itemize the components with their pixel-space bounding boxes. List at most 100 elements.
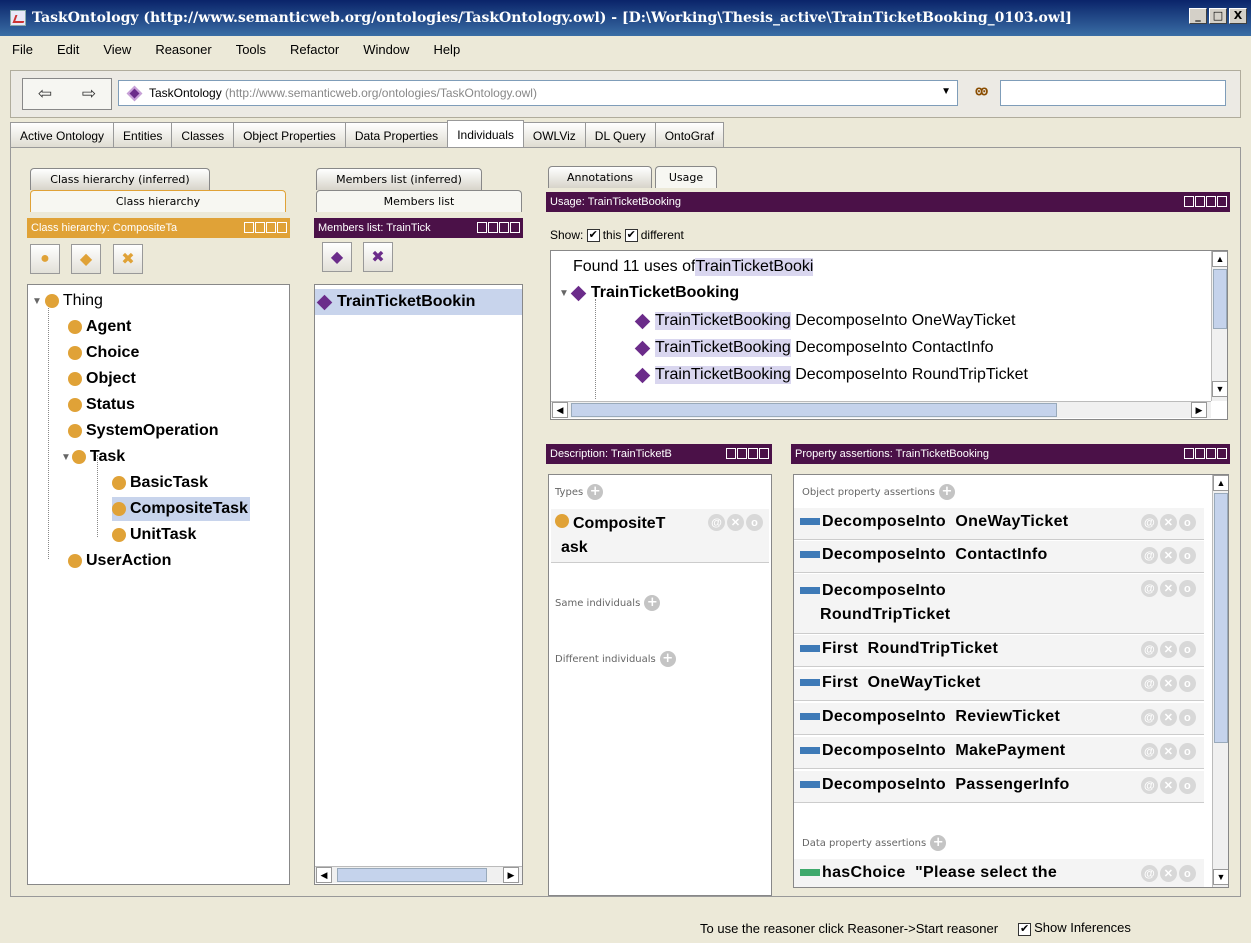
usage-row[interactable]: TrainTicketBooking DecomposeInto OneWayT… — [633, 309, 1015, 333]
tab-object-properties[interactable]: Object Properties — [233, 122, 346, 148]
object-assertion-row[interactable]: DecomposeInto ReviewTicket @ ✕ o — [794, 703, 1204, 735]
binoculars-search-icon[interactable]: ꙭ — [975, 83, 991, 101]
tree-node-basictask[interactable]: BasicTask — [112, 471, 208, 495]
expand-arrow-icon[interactable]: ▼ — [559, 288, 569, 299]
tab-members-list-inferred[interactable]: Members list (inferred) — [316, 168, 482, 190]
annotate-icon[interactable]: @ — [1141, 865, 1158, 882]
tree-node-thing[interactable]: ▼ Thing — [32, 289, 103, 313]
scroll-left-arrow-icon[interactable]: ◀ — [316, 867, 332, 883]
view-controls[interactable] — [477, 222, 520, 233]
delete-icon[interactable]: ✕ — [1160, 641, 1177, 658]
scroll-down-arrow-icon[interactable]: ▼ — [1213, 869, 1228, 885]
view-controls[interactable] — [1184, 448, 1227, 459]
back-arrow-icon[interactable]: ⇦ — [38, 84, 52, 104]
tree-node-unittask[interactable]: UnitTask — [112, 523, 196, 547]
add-type-icon[interactable]: + — [587, 484, 604, 500]
tab-annotations[interactable]: Annotations — [548, 166, 652, 188]
annotate-icon[interactable]: @ — [1141, 777, 1158, 794]
tab-usage[interactable]: Usage — [655, 166, 717, 188]
menu-edit[interactable]: Edit — [57, 42, 79, 57]
tab-dl-query[interactable]: DL Query — [584, 122, 656, 148]
tree-node-choice[interactable]: Choice — [68, 341, 139, 365]
scroll-up-arrow-icon[interactable]: ▲ — [1212, 251, 1227, 267]
edit-icon[interactable]: o — [1179, 743, 1196, 760]
scroll-right-arrow-icon[interactable]: ▶ — [503, 867, 519, 883]
usage-root-node[interactable]: ▼ TrainTicketBooking — [559, 281, 739, 305]
scroll-thumb[interactable] — [1214, 493, 1228, 743]
search-input[interactable] — [1000, 80, 1226, 106]
delete-class-icon[interactable]: ✖ — [113, 244, 143, 274]
delete-icon[interactable]: ✕ — [727, 514, 744, 531]
tab-ontograf[interactable]: OntoGraf — [654, 122, 725, 148]
menu-window[interactable]: Window — [363, 42, 409, 57]
delete-icon[interactable]: ✕ — [1160, 865, 1177, 882]
view-controls[interactable] — [244, 222, 287, 233]
annotate-icon[interactable]: @ — [1141, 709, 1158, 726]
add-object-property-icon[interactable]: + — [938, 484, 955, 500]
scroll-down-arrow-icon[interactable]: ▼ — [1212, 381, 1227, 397]
tab-individuals[interactable]: Individuals — [447, 120, 524, 148]
add-subclass-icon[interactable]: ● — [30, 244, 60, 274]
add-same-individual-icon[interactable]: + — [644, 595, 661, 611]
delete-icon[interactable]: ✕ — [1160, 547, 1177, 564]
edit-icon[interactable]: o — [1179, 675, 1196, 692]
scroll-thumb[interactable] — [1213, 269, 1227, 329]
data-assertion-row[interactable]: hasChoice "Please select the @ ✕ o — [794, 859, 1204, 887]
menu-tools[interactable]: Tools — [236, 42, 266, 57]
horizontal-scrollbar[interactable]: ◀ ▶ — [315, 866, 522, 883]
member-item[interactable]: TrainTicketBookin — [315, 289, 522, 315]
expand-arrow-icon[interactable]: ▼ — [32, 296, 42, 307]
object-assertion-row[interactable]: First OneWayTicket @ ✕ o — [794, 669, 1204, 701]
tab-entities[interactable]: Entities — [113, 122, 173, 148]
annotate-icon[interactable]: @ — [1141, 514, 1158, 531]
delete-icon[interactable]: ✕ — [1160, 777, 1177, 794]
edit-icon[interactable]: o — [1179, 580, 1196, 597]
tree-node-useraction[interactable]: UserAction — [68, 549, 171, 573]
menu-file[interactable]: File — [12, 42, 33, 57]
show-inferences-toggle[interactable]: ✔ Show Inferences — [1018, 920, 1131, 936]
tab-active-ontology[interactable]: Active Ontology — [10, 122, 115, 148]
this-checkbox[interactable]: ✔ — [586, 229, 600, 243]
delete-icon[interactable]: ✕ — [1160, 743, 1177, 760]
edit-icon[interactable]: o — [746, 514, 763, 531]
delete-icon[interactable]: ✕ — [1160, 675, 1177, 692]
tree-node-status[interactable]: Status — [68, 393, 135, 417]
tab-data-properties[interactable]: Data Properties — [344, 122, 449, 148]
edit-icon[interactable]: o — [1179, 514, 1196, 531]
delete-individual-icon[interactable]: ✖ — [363, 242, 393, 272]
add-different-individual-icon[interactable]: + — [659, 651, 676, 667]
usage-row[interactable]: TrainTicketBooking DecomposeInto RoundTr… — [633, 363, 1028, 387]
add-individual-icon[interactable]: ◆ — [322, 242, 352, 272]
type-entry[interactable]: CompositeT ask @ ✕ o — [551, 509, 769, 563]
delete-icon[interactable]: ✕ — [1160, 709, 1177, 726]
vertical-scrollbar[interactable]: ▲ ▼ — [1211, 251, 1227, 401]
object-assertion-row[interactable]: First RoundTripTicket @ ✕ o — [794, 635, 1204, 667]
tab-class-hierarchy[interactable]: Class hierarchy — [30, 190, 286, 212]
view-controls[interactable] — [1184, 196, 1227, 207]
different-checkbox[interactable]: ✔ — [624, 229, 638, 243]
object-assertion-row[interactable]: DecomposeInto ContactInfo @ ✕ o — [794, 541, 1204, 573]
scroll-up-arrow-icon[interactable]: ▲ — [1213, 475, 1228, 491]
scroll-thumb[interactable] — [571, 403, 1057, 417]
add-data-property-icon[interactable]: + — [930, 835, 947, 851]
tab-class-hierarchy-inferred[interactable]: Class hierarchy (inferred) — [30, 168, 210, 190]
maximize-button[interactable]: □ — [1209, 8, 1227, 24]
edit-icon[interactable]: o — [1179, 641, 1196, 658]
tree-node-systemoperation[interactable]: SystemOperation — [68, 419, 218, 443]
annotate-icon[interactable]: @ — [1141, 743, 1158, 760]
close-button[interactable]: X — [1229, 8, 1247, 24]
object-assertion-row[interactable]: DecomposeInto MakePayment @ ✕ o — [794, 737, 1204, 769]
expand-arrow-icon[interactable]: ▼ — [61, 452, 71, 463]
scroll-left-arrow-icon[interactable]: ◀ — [552, 402, 568, 418]
menu-help[interactable]: Help — [433, 42, 460, 57]
annotate-icon[interactable]: @ — [708, 514, 725, 531]
minimize-button[interactable]: _ — [1189, 8, 1207, 24]
forward-arrow-icon[interactable]: ⇨ — [82, 84, 96, 104]
annotate-icon[interactable]: @ — [1141, 641, 1158, 658]
annotate-icon[interactable]: @ — [1141, 547, 1158, 564]
edit-icon[interactable]: o — [1179, 865, 1196, 882]
tree-node-object[interactable]: Object — [68, 367, 136, 391]
window-title-bar[interactable]: TaskOntology (http://www.semanticweb.org… — [0, 0, 1251, 36]
ontology-selector[interactable]: TaskOntology (http://www.semanticweb.org… — [118, 80, 958, 106]
tab-classes[interactable]: Classes — [171, 122, 235, 148]
